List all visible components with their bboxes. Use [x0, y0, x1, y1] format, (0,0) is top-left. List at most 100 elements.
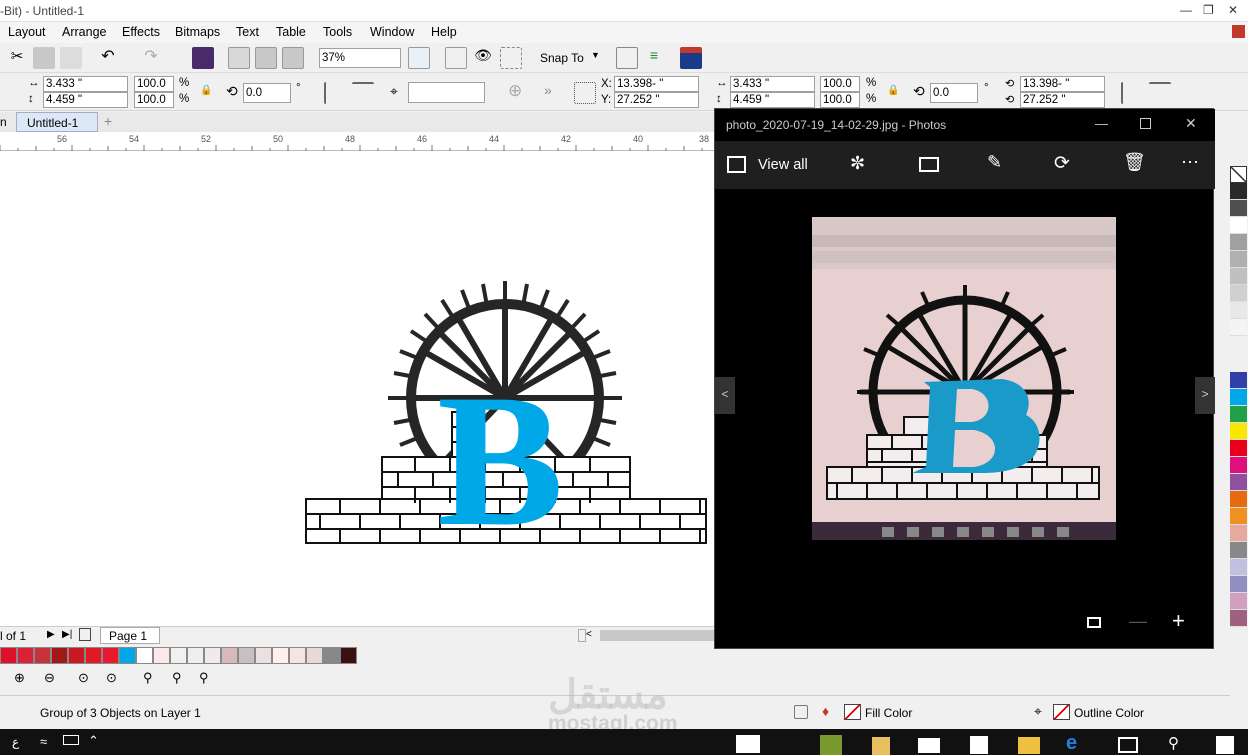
more-icon[interactable]: ⋯ — [1181, 152, 1199, 173]
last-page-icon[interactable]: ▶| — [62, 629, 72, 640]
chevron-left-icon[interactable]: < — [586, 629, 592, 640]
zoom-out-icon[interactable]: ⊖ — [44, 670, 55, 686]
y-field[interactable]: 27.252 " — [614, 92, 699, 108]
palette-swatch[interactable] — [1230, 474, 1247, 491]
palette-swatch[interactable] — [1230, 508, 1247, 525]
palette-swatch[interactable] — [1230, 200, 1247, 217]
fill-none-swatch[interactable] — [844, 704, 861, 720]
palette-swatch[interactable] — [1230, 217, 1247, 234]
view-all-button[interactable]: View all — [758, 157, 808, 173]
palette-swatch[interactable] — [1230, 389, 1247, 406]
restore-icon[interactable]: ❐ — [1203, 3, 1214, 17]
palette-swatch[interactable] — [1230, 525, 1247, 542]
drawing-canvas[interactable]: B — [0, 151, 714, 626]
palette-swatch[interactable] — [68, 647, 85, 664]
zoom-selected-icon[interactable]: ⊙ — [78, 670, 89, 686]
width-field[interactable]: 3.433 " — [43, 76, 128, 92]
search-icon[interactable]: ⚲ — [1168, 734, 1179, 752]
undo-icon[interactable]: ↶ — [97, 46, 119, 68]
outline-pen-icon-status[interactable]: ⌖ — [1034, 703, 1042, 720]
scroll-left-icon[interactable] — [578, 629, 586, 642]
photos-minimize-icon[interactable]: — — [1095, 116, 1108, 131]
zoom-in-icon[interactable]: ⊕ — [14, 670, 25, 686]
menu-effects[interactable]: Effects — [122, 25, 160, 39]
palette-swatch[interactable] — [204, 647, 221, 664]
zoom-in-photo-icon[interactable]: + — [1172, 608, 1185, 634]
zoom-all-icon[interactable]: ⊙ — [106, 670, 117, 686]
palette-swatch[interactable] — [238, 647, 255, 664]
language-icon[interactable]: ع — [12, 735, 19, 749]
palette-swatch[interactable] — [1230, 406, 1247, 423]
outline-width-select[interactable] — [408, 82, 485, 103]
rotation-field-2[interactable]: 0.0 — [930, 83, 978, 103]
palette-swatch[interactable] — [289, 647, 306, 664]
palette-swatch[interactable] — [1230, 576, 1247, 593]
chevron-down-icon[interactable]: ▼ — [591, 50, 600, 60]
x-field[interactable]: 13.398- " — [614, 76, 699, 92]
palette-swatch[interactable] — [102, 647, 119, 664]
palette-swatch[interactable] — [136, 647, 153, 664]
palette-swatch[interactable] — [1230, 593, 1247, 610]
no-color-swatch[interactable] — [1230, 166, 1247, 183]
welcome-screen-icon[interactable] — [616, 47, 638, 69]
palette-swatch[interactable] — [1230, 251, 1247, 268]
mirror-vertical-icon[interactable] — [352, 82, 374, 104]
outline-none-swatch[interactable] — [1053, 704, 1070, 720]
photo-image[interactable] — [812, 217, 1116, 540]
more-options-icon[interactable]: » — [544, 82, 552, 98]
store-icon[interactable] — [970, 736, 988, 754]
next-page-icon[interactable]: ▶ — [47, 629, 55, 640]
export-icon[interactable] — [255, 47, 277, 69]
sticky-notes-icon[interactable] — [872, 737, 890, 755]
options-icon[interactable]: ≡ — [643, 47, 665, 69]
fit-to-window-icon[interactable] — [1087, 617, 1101, 628]
mirror-horizontal-icon[interactable] — [324, 82, 346, 104]
palette-swatch[interactable] — [340, 647, 357, 664]
zoom-height-icon[interactable]: ⚲ — [199, 670, 209, 686]
app-corner-icon[interactable] — [1232, 25, 1245, 38]
cut-icon[interactable]: ✂ — [6, 47, 28, 69]
wifi-icon[interactable]: ≈ — [40, 734, 47, 749]
close-icon[interactable]: ✕ — [1228, 3, 1238, 17]
palette-swatch[interactable] — [1230, 457, 1247, 474]
view-icon[interactable]: 👁 — [472, 47, 494, 69]
next-photo-button[interactable]: > — [1195, 377, 1215, 414]
height-field[interactable]: 4.459 " — [43, 92, 128, 108]
snap-to-dropdown[interactable]: Snap To — [540, 51, 584, 65]
photos-app-icon[interactable] — [736, 735, 760, 753]
palette-swatch[interactable] — [1230, 319, 1247, 336]
guides-icon[interactable] — [500, 47, 522, 69]
horizontal-scrollbar[interactable] — [600, 630, 714, 641]
palette-swatch[interactable] — [119, 647, 136, 664]
application-launcher-icon[interactable] — [680, 47, 702, 69]
menu-help[interactable]: Help — [431, 25, 457, 39]
rotation-y-field[interactable]: 27.252 " — [1020, 92, 1105, 108]
palette-swatch[interactable] — [1230, 302, 1247, 319]
palette-swatch[interactable] — [323, 647, 340, 664]
edge-icon[interactable]: e — [1066, 732, 1077, 755]
delete-icon[interactable]: 🗑 — [1123, 152, 1146, 173]
mirror-vertical-icon-2[interactable] — [1149, 82, 1171, 104]
palette-swatch[interactable] — [221, 647, 238, 664]
zoom-page-icon[interactable]: ⚲ — [143, 670, 153, 686]
menu-table[interactable]: Table — [276, 25, 306, 39]
palette-swatch[interactable] — [255, 647, 272, 664]
chevron-up-icon[interactable]: ⌃ — [88, 733, 99, 749]
vertical-scrollbar[interactable] — [1214, 140, 1229, 626]
photos-close-icon[interactable]: ✕ — [1185, 115, 1197, 132]
logo-letter[interactable]: B — [437, 366, 564, 556]
corel-connect-icon[interactable] — [192, 47, 214, 69]
previous-photo-button[interactable]: < — [715, 377, 735, 414]
tab-partial[interactable]: n — [0, 115, 14, 129]
palette-swatch[interactable] — [1230, 610, 1247, 627]
rotate-icon-photos[interactable]: ⟳ — [1054, 152, 1070, 175]
palette-swatch[interactable] — [170, 647, 187, 664]
file-explorer-icon[interactable] — [1018, 737, 1040, 754]
palette-swatch[interactable] — [1230, 285, 1247, 302]
lock-ratio-icon[interactable]: 🔒 — [200, 85, 212, 96]
palette-swatch[interactable] — [51, 647, 68, 664]
palette-swatch[interactable] — [1230, 183, 1247, 200]
palette-swatch[interactable] — [1230, 542, 1247, 559]
page-tab[interactable]: Page 1 — [100, 627, 160, 644]
paste-icon[interactable] — [60, 47, 82, 69]
